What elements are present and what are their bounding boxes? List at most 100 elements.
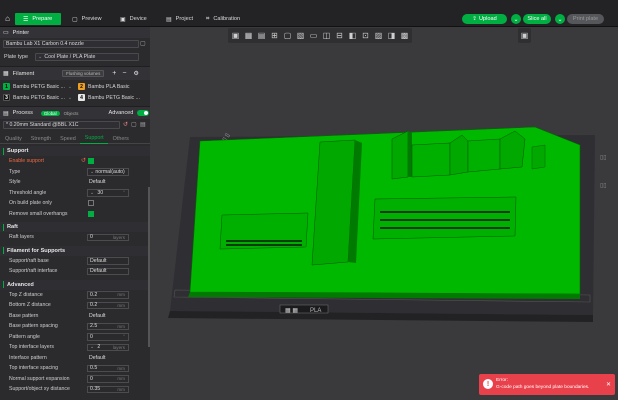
close-icon[interactable]: ✕ bbox=[606, 381, 611, 388]
global-toggle[interactable]: Global bbox=[40, 110, 60, 116]
plate-type-select[interactable]: ⌄ Cool Plate / PLA Plate bbox=[35, 53, 139, 61]
raft-layers-input[interactable]: 0 layers bbox=[87, 233, 129, 241]
compare-icon[interactable]: ▤ bbox=[140, 121, 146, 128]
filament-item-3[interactable]: 3 Bambu PETG Basic ... ⌄ bbox=[3, 94, 72, 101]
setting-value: 2.5 bbox=[90, 323, 98, 330]
remove-small-checkbox[interactable] bbox=[88, 210, 94, 217]
setting-select[interactable]: Default bbox=[87, 354, 129, 362]
filament-item-1[interactable]: 1 Bambu PETG Basic ... ⌄ bbox=[3, 83, 72, 90]
3d-viewport[interactable]: ▣ ▦ ▤ ⊞ ▢ ▧ ▭ ◫ ⊟ ◧ ⊡ ▨ ◨ ▩ ▣ ▯▯▯▯▯▯▯▯ P… bbox=[150, 27, 618, 400]
plate-type-marker: PLA bbox=[310, 308, 321, 314]
tab-others[interactable]: Others bbox=[108, 134, 133, 144]
threshold-value: 30 bbox=[97, 189, 104, 196]
setting-label: Top interface layers bbox=[9, 344, 54, 351]
tab-quality[interactable]: Quality bbox=[0, 134, 26, 144]
setting-input[interactable]: 0 mm bbox=[87, 375, 129, 383]
filament-icon: ▦ bbox=[3, 71, 9, 77]
bed-marking: ▯▯ bbox=[600, 183, 607, 189]
process-preset-select[interactable]: * 0.20mm Standard @BBL X1C bbox=[3, 121, 120, 129]
tab-preview[interactable]: ▢ Preview bbox=[64, 13, 110, 25]
setting-input[interactable]: 2.5 mm bbox=[87, 322, 129, 330]
model-turret bbox=[531, 144, 546, 170]
advanced-group-header: Advanced bbox=[0, 279, 150, 290]
remove-small-label: Remove small overhangs bbox=[9, 210, 68, 217]
setting-unit: layers bbox=[112, 344, 125, 350]
setting-select[interactable]: Default bbox=[87, 312, 129, 320]
tab-calibration[interactable]: ⌗ Calibration bbox=[198, 13, 248, 25]
printer-select[interactable]: Bambu Lab X1 Carbon 0.4 nozzle bbox=[3, 40, 139, 48]
chevron-down-icon: ⌄ bbox=[38, 54, 43, 60]
raft-layers-label: Raft layers bbox=[9, 234, 34, 241]
enable-support-checkbox[interactable] bbox=[88, 158, 94, 164]
upload-dropdown-icon[interactable]: ⌄ bbox=[511, 14, 521, 24]
printer-settings-icon[interactable]: ▢ bbox=[140, 40, 146, 47]
setting-label: Top Z distance bbox=[9, 291, 43, 298]
group-marker bbox=[3, 223, 4, 231]
support-interface-label: Support/raft interface bbox=[9, 268, 58, 275]
setting-label: Interface pattern bbox=[9, 354, 47, 361]
chevron-down-icon: ⌄ bbox=[90, 168, 95, 175]
group-marker bbox=[3, 147, 4, 155]
tab-device[interactable]: ▣ Device bbox=[112, 13, 155, 25]
support-style-select[interactable]: Default bbox=[87, 179, 129, 187]
model-block-left bbox=[219, 212, 309, 250]
support-group-title: Support bbox=[7, 148, 29, 154]
home-icon[interactable]: ⌂ bbox=[2, 13, 13, 24]
printer-name: Bambu Lab X1 Carbon 0.4 nozzle bbox=[6, 41, 84, 47]
tab-strength[interactable]: Strength bbox=[26, 134, 55, 144]
tab-speed[interactable]: Speed bbox=[55, 134, 80, 144]
filament-list: 1 Bambu PETG Basic ... ⌄ 2 Bambu PLA Bas… bbox=[0, 82, 150, 104]
upload-button[interactable]: ⇪ Upload bbox=[462, 14, 507, 24]
printer-icon: ▭ bbox=[3, 30, 9, 36]
setting-input[interactable]: 0.5 mm bbox=[87, 364, 129, 372]
setting-input[interactable]: 0.35 mm bbox=[87, 385, 129, 393]
tab-project[interactable]: ▤ Project bbox=[158, 13, 201, 25]
buildplate-only-checkbox[interactable] bbox=[88, 200, 94, 206]
setting-input[interactable]: 0 ° bbox=[87, 333, 129, 341]
setting-value: 0 bbox=[90, 333, 93, 340]
add-icon[interactable]: + bbox=[112, 70, 116, 77]
setting-input[interactable]: 0.2 mm bbox=[87, 301, 129, 309]
top-z-distance-row: Top Z distance 0.2 mm bbox=[0, 290, 150, 301]
process-tabs: Quality Strength Speed Support Others bbox=[0, 134, 150, 144]
objects-toggle[interactable]: Objects bbox=[64, 111, 79, 116]
remove-icon[interactable]: − bbox=[122, 70, 126, 77]
support-interface-select[interactable]: Default bbox=[87, 267, 129, 275]
chevron-down-icon: ⌄ bbox=[90, 344, 95, 351]
upload-icon: ⇪ bbox=[472, 16, 477, 22]
slice-label: Slice all bbox=[527, 16, 547, 22]
flushing-volumes-button[interactable]: Flushing volumes bbox=[62, 70, 105, 77]
tab-prepare[interactable]: ☰ Prepare bbox=[15, 13, 61, 25]
chevron-down-icon: ⌄ bbox=[67, 94, 73, 101]
setting-label: Top interface spacing bbox=[9, 365, 59, 372]
support-base-select[interactable]: Default bbox=[87, 257, 129, 265]
setting-unit: ° bbox=[123, 334, 125, 340]
setting-label: Normal support expansion bbox=[9, 375, 70, 382]
support-type-label: Type bbox=[9, 168, 21, 175]
process-icon: ▤ bbox=[3, 110, 9, 117]
printer-section-header: ▭ Printer bbox=[0, 27, 150, 38]
plate-logo: ▦ ▦ bbox=[285, 308, 298, 314]
tab-label: Project bbox=[175, 16, 194, 22]
save-icon[interactable]: ▢ bbox=[131, 121, 137, 128]
settings-icon[interactable]: ⚙ bbox=[133, 70, 138, 77]
filament-label: Bambu PETG Basic ... bbox=[13, 83, 65, 90]
advanced-switch[interactable] bbox=[137, 110, 150, 116]
slice-all-button[interactable]: Slice all bbox=[523, 14, 551, 24]
tab-support[interactable]: Support bbox=[79, 133, 108, 144]
print-plate-button[interactable]: Print plate bbox=[567, 14, 604, 24]
filament-item-2[interactable]: 2 Bambu PLA Basic bbox=[78, 83, 130, 90]
support-style-value: Default bbox=[89, 179, 106, 186]
reset-icon[interactable]: ↺ bbox=[81, 157, 86, 164]
reset-icon[interactable]: ↺ bbox=[123, 121, 128, 128]
project-icon: ▤ bbox=[166, 16, 172, 23]
support-type-select[interactable]: ⌄ normal(auto) bbox=[87, 168, 129, 176]
sidebar: ▭ Printer Bambu Lab X1 Carbon 0.4 nozzle… bbox=[0, 27, 150, 400]
filament-item-4[interactable]: 4 Bambu PETG Basic ... bbox=[78, 94, 140, 101]
tab-label: Preview bbox=[81, 16, 102, 22]
support-xy-distance-row: Support/object xy distance 0.35 mm bbox=[0, 384, 150, 395]
setting-input[interactable]: ⌄ 2 layers bbox=[87, 343, 129, 351]
slice-dropdown-icon[interactable]: ⌄ bbox=[555, 14, 565, 24]
setting-input[interactable]: 0.2 mm bbox=[87, 291, 129, 299]
threshold-input[interactable]: ⌄ 30 ° bbox=[87, 189, 129, 197]
